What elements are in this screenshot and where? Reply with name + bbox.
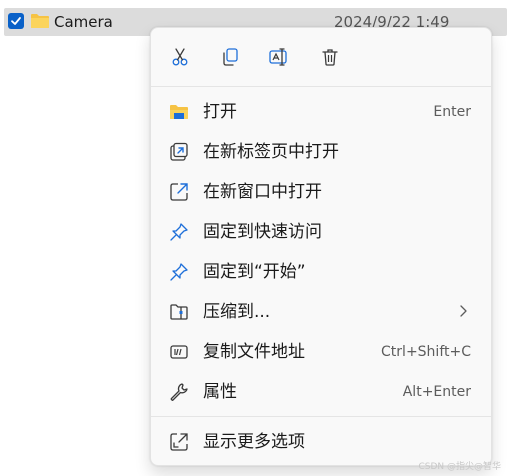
chevron-right-icon [460,305,467,317]
context-menu: 打开 Enter 在新标签页中打开 在新窗口中打开 固定到快速访问 固定到“开始… [150,27,492,466]
rename-button[interactable] [265,42,295,72]
separator [151,86,491,87]
wrench-icon [169,382,189,402]
menu-item-shortcut: Ctrl+Shift+C [381,344,471,360]
menu-item-label: 属性 [203,382,237,402]
menu-item-shortcut: Enter [433,104,471,120]
menu-item-label: 固定到“开始” [203,262,306,282]
select-checkbox[interactable] [8,13,24,29]
menu-item-show-more[interactable]: 显示更多选项 [155,424,487,460]
separator [151,416,491,417]
menu-item-label: 显示更多选项 [203,432,305,452]
rename-icon [269,48,287,66]
file-name: Camera [54,13,113,31]
menu-item-pin-quick-access[interactable]: 固定到快速访问 [155,214,487,250]
show-more-icon [169,432,189,452]
menu-item-copy-path[interactable]: 复制文件地址 Ctrl+Shift+C [155,334,487,370]
menu-item-label: 压缩到... [203,302,271,322]
cut-icon [172,48,188,66]
delete-icon [322,49,338,66]
folder-icon [30,12,50,34]
menu-item-label: 复制文件地址 [203,342,305,362]
copy-icon [223,48,238,66]
menu-item-label: 在新标签页中打开 [203,142,339,162]
watermark: CSDN @指尖@智华 [418,462,501,472]
open-new-window-icon [169,182,189,202]
menu-item-shortcut: Alt+Enter [402,384,471,400]
copy-path-icon [169,342,189,362]
delete-button[interactable] [315,42,345,72]
menu-item-label: 打开 [203,102,237,122]
menu-item-properties[interactable]: 属性 Alt+Enter [155,374,487,410]
menu-item-open-new-window[interactable]: 在新窗口中打开 [155,174,487,210]
quick-action-bar [151,28,491,86]
cut-button[interactable] [165,42,195,72]
menu-item-pin-start[interactable]: 固定到“开始” [155,254,487,290]
pin-icon [169,222,189,242]
zip-icon [169,302,189,322]
pin-icon [169,262,189,282]
menu-item-label: 固定到快速访问 [203,222,322,242]
menu-item-label: 在新窗口中打开 [203,182,322,202]
folder-icon [169,102,189,122]
copy-button[interactable] [215,42,245,72]
open-new-tab-icon [169,142,189,162]
checkmark-icon [11,17,21,25]
menu-item-compress[interactable]: 压缩到... [155,294,487,330]
menu-item-open[interactable]: 打开 Enter [155,94,487,130]
menu-item-open-new-tab[interactable]: 在新标签页中打开 [155,134,487,170]
